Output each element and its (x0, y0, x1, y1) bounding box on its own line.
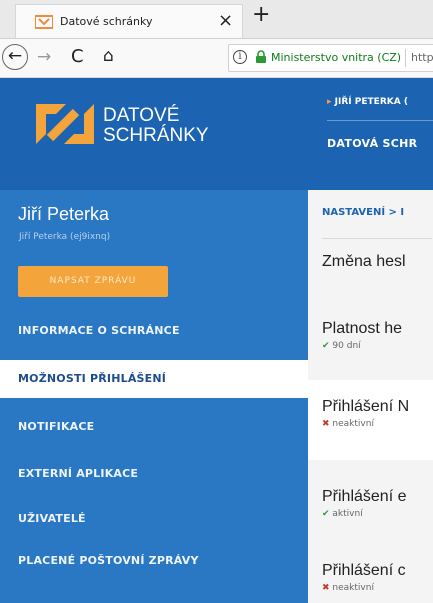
status-text: neaktivní (332, 583, 374, 593)
sidebar: Jiří Peterka Jiří Peterka (ej9ixnq) NAPS… (0, 190, 308, 603)
settings-item-status: ✖ neaktivní (322, 583, 433, 593)
settings-item-login-n[interactable]: Přihlášení N ✖ neaktivní (308, 380, 433, 460)
status-text: neaktivní (332, 419, 374, 429)
header-user-link[interactable]: ▸ JIŘÍ PETERKA ( (327, 97, 408, 107)
sidebar-item-users[interactable]: UŽIVATELÉ (0, 500, 308, 538)
header-divider (327, 120, 433, 121)
browser-tab[interactable]: Datové schránky × (15, 4, 243, 38)
cross-icon: ✖ (322, 419, 330, 429)
sidebar-user-id: Jiří Peterka (ej9ixnq) (19, 232, 111, 242)
sidebar-item-box-info[interactable]: INFORMACE O SCHRÁNCE (0, 312, 308, 350)
arrow-right-icon: ▸ (327, 97, 332, 107)
settings-item-status: ✔ 90 dní (322, 341, 433, 351)
cross-icon: ✖ (322, 583, 330, 593)
site-header: DATOVÉ SCHRÁNKY ▸ JIŘÍ PETERKA ( DATOVÁ … (0, 78, 433, 190)
logo-line-2: SCHRÁNKY (103, 125, 209, 146)
settings-item-status: ✔ aktivní (322, 509, 433, 519)
sidebar-item-external-apps[interactable]: EXTERNÍ APLIKACE (0, 455, 308, 493)
logo-text[interactable]: DATOVÉ SCHRÁNKY (103, 106, 209, 146)
settings-item-status: ✖ neaktivní (322, 419, 433, 429)
header-user-name: JIŘÍ PETERKA ( (334, 97, 408, 107)
forward-icon[interactable]: → (37, 47, 51, 67)
settings-item-title: Přihlášení e (322, 488, 407, 505)
change-password-heading[interactable]: Změna hesl (322, 253, 406, 271)
status-text: 90 dní (332, 341, 361, 351)
tab-title: Datové schránky (60, 15, 153, 28)
address-divider (405, 49, 406, 67)
info-icon[interactable]: i (233, 50, 247, 64)
browser-toolbar: ← → C ⌂ i Ministerstvo vnitra (CZ) http (0, 39, 433, 78)
lock-icon (256, 50, 266, 63)
settings-item-password-validity[interactable]: Platnost he ✔ 90 dní (308, 320, 433, 378)
sidebar-item-paid-messages[interactable]: PLACENÉ POŠTOVNÍ ZPRÁVY (0, 542, 308, 580)
new-tab-icon[interactable]: + (252, 2, 270, 27)
url-text[interactable]: http (411, 51, 433, 64)
header-app-title[interactable]: DATOVÁ SCHR (327, 137, 417, 150)
status-text: aktivní (332, 509, 363, 519)
datove-schranky-logo-icon[interactable] (36, 104, 94, 144)
settings-item-title: Přihlášení c (322, 562, 406, 579)
site-identity: Ministerstvo vnitra (CZ) (271, 51, 402, 64)
datove-schranky-favicon-icon (35, 15, 53, 29)
address-bar[interactable]: i Ministerstvo vnitra (CZ) http (228, 44, 433, 72)
back-icon[interactable]: ← (2, 44, 28, 70)
check-icon: ✔ (322, 341, 330, 351)
sidebar-item-login-options[interactable]: MOŽNOSTI PŘIHLÁŠENÍ (0, 360, 308, 398)
home-icon[interactable]: ⌂ (103, 46, 114, 66)
settings-item-login-e[interactable]: Přihlášení e ✔ aktivní (308, 488, 433, 538)
breadcrumb-divider (322, 238, 432, 239)
settings-item-title: Přihlášení N (322, 398, 410, 415)
main-content: NASTAVENÍ > I Změna hesl Platnost he ✔ 9… (308, 190, 433, 603)
breadcrumb[interactable]: NASTAVENÍ > I (322, 207, 404, 218)
close-tab-icon[interactable]: × (218, 10, 233, 31)
sidebar-user-name: Jiří Peterka (18, 204, 110, 224)
settings-item-login-c[interactable]: Přihlášení c ✖ neaktivní (308, 562, 433, 603)
check-icon: ✔ (322, 509, 330, 519)
sidebar-item-notifications[interactable]: NOTIFIKACE (0, 408, 308, 446)
logo-line-1: DATOVÉ (103, 105, 180, 126)
reload-icon[interactable]: C (71, 46, 84, 67)
compose-message-button[interactable]: NAPSAT ZPRÁVU (18, 266, 168, 297)
browser-tab-bar: Datové schránky × + (0, 0, 433, 39)
settings-item-title: Platnost he (322, 320, 403, 337)
